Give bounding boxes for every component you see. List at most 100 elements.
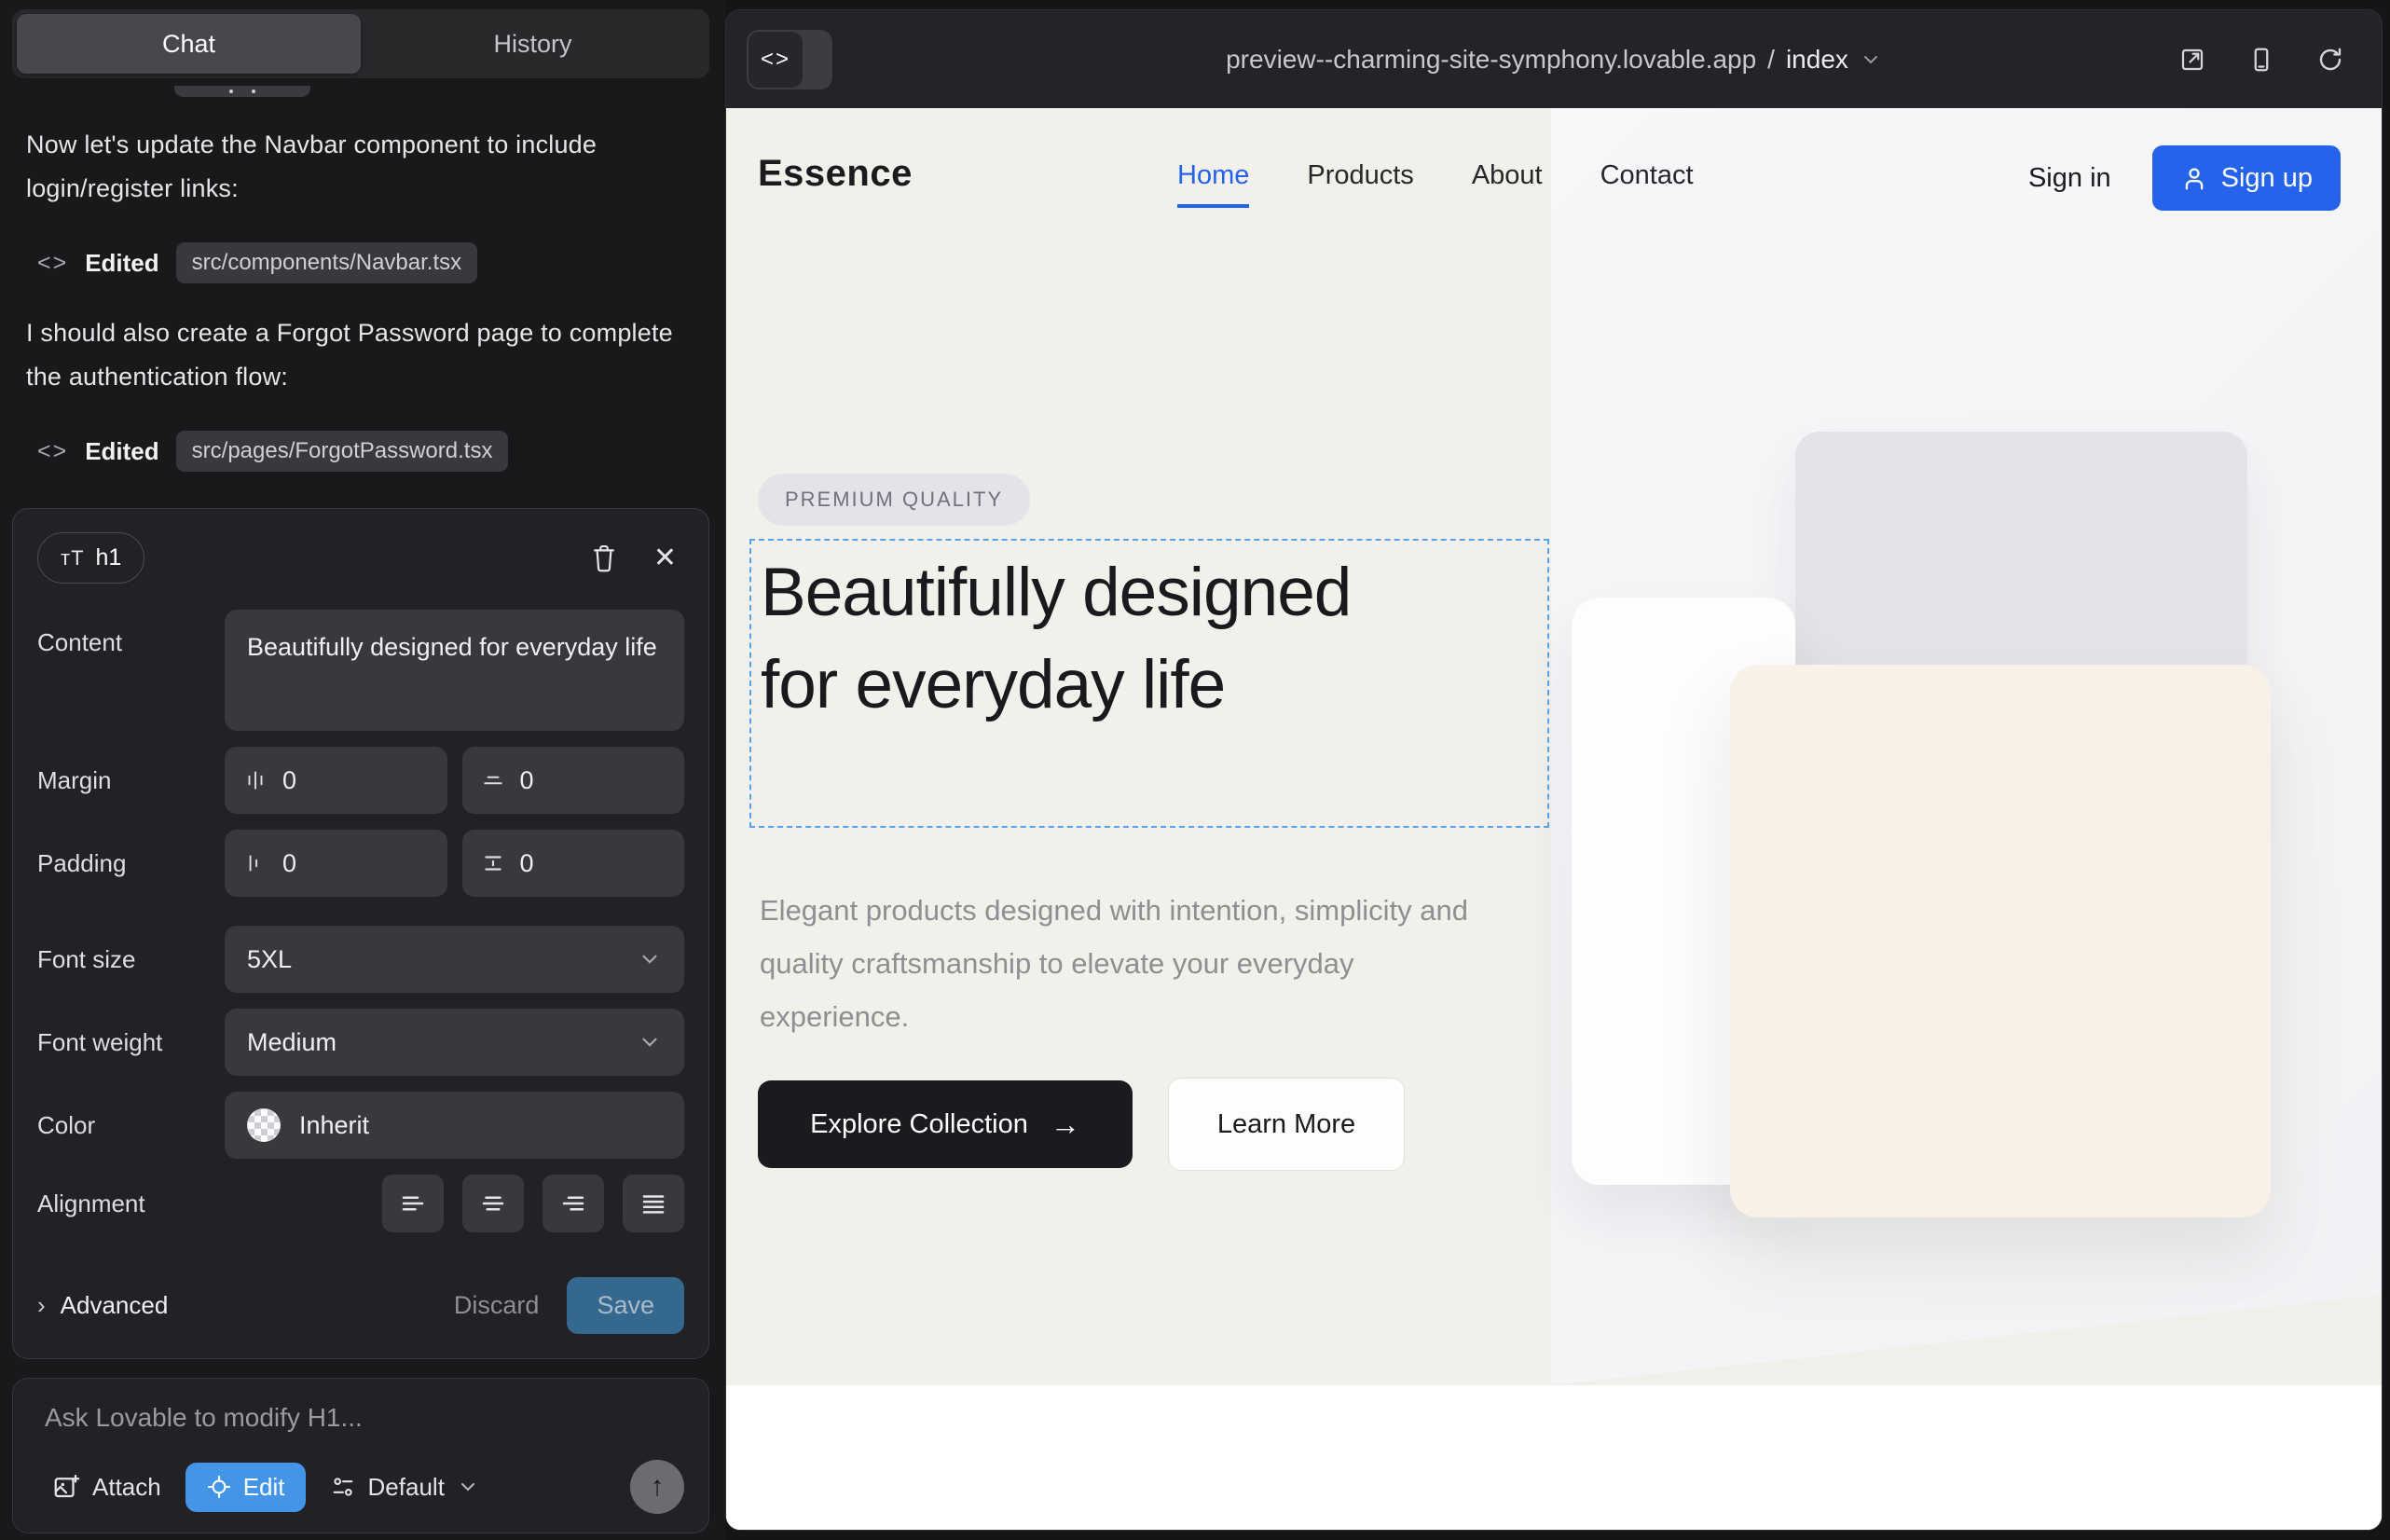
url-breadcrumb[interactable]: preview--charming-site-symphony.lovable.… [763, 45, 2344, 75]
margin-horizontal-icon [243, 768, 268, 792]
padding-label: Padding [37, 849, 225, 878]
selected-element-pill[interactable]: ᴛT h1 [37, 532, 144, 584]
margin-x-field[interactable] [225, 747, 447, 814]
code-icon: <> [37, 250, 68, 277]
default-label: Default [368, 1473, 445, 1502]
sign-up-button[interactable]: Sign up [2152, 145, 2341, 211]
send-button[interactable]: ↑ [630, 1460, 684, 1514]
edit-mode-button[interactable]: Edit [185, 1463, 306, 1512]
hero-section: Essence Home Products About Contact Sign… [726, 108, 2382, 1385]
save-button[interactable]: Save [567, 1277, 684, 1334]
content-row: Content Beautifully designed for everyda… [37, 610, 684, 731]
chevron-down-icon [638, 947, 662, 971]
chevron-right-icon: › [37, 1291, 46, 1320]
tab-chat[interactable]: Chat [17, 14, 361, 74]
browser-toolbar: <> preview--charming-site-symphony.lovab… [726, 10, 2382, 108]
delete-element-button[interactable] [583, 536, 625, 581]
margin-x-input[interactable] [282, 766, 338, 795]
font-size-row: Font size 5XL [37, 926, 684, 993]
alignment-label: Alignment [37, 1189, 225, 1218]
file-chip[interactable]: src/pages/ForgotPassword.tsx [176, 431, 509, 472]
discard-button[interactable]: Discard [454, 1291, 540, 1320]
prompt-input[interactable] [45, 1403, 677, 1433]
font-weight-label: Font weight [37, 1028, 225, 1057]
color-value: Inherit [299, 1111, 662, 1140]
advanced-toggle[interactable]: › Advanced [37, 1291, 168, 1320]
code-preview-toggle[interactable]: <> [747, 30, 832, 89]
nav-link-about[interactable]: About [1472, 160, 1543, 208]
close-inspector-button[interactable]: ✕ [646, 537, 684, 580]
color-row: Color Inherit [37, 1092, 684, 1159]
site-viewport: Essence Home Products About Contact Sign… [726, 108, 2382, 1530]
align-center-icon [479, 1189, 507, 1217]
sign-in-link[interactable]: Sign in [2028, 163, 2111, 194]
chat-history-tabs: Chat History [12, 9, 709, 78]
nav-link-home[interactable]: Home [1177, 160, 1249, 208]
padding-vertical-icon [481, 851, 505, 875]
align-right-button[interactable] [543, 1175, 604, 1232]
file-chip[interactable]: src/components/Navbar.tsx [176, 242, 477, 283]
align-left-button[interactable] [382, 1175, 444, 1232]
align-justify-button[interactable] [623, 1175, 684, 1232]
code-icon: <> [37, 438, 68, 465]
explore-collection-label: Explore Collection [810, 1109, 1028, 1140]
color-select[interactable]: Inherit [225, 1092, 684, 1159]
chevron-down-icon [638, 1030, 662, 1054]
alignment-row: Alignment [37, 1175, 684, 1232]
content-textarea[interactable]: Beautifully designed for everyday life [225, 610, 684, 731]
padding-y-input[interactable] [520, 849, 576, 878]
sign-up-label: Sign up [2221, 163, 2313, 194]
url-page: index [1786, 45, 1848, 75]
premium-quality-badge: PREMIUM QUALITY [758, 474, 1030, 526]
transparency-swatch-icon [247, 1108, 281, 1142]
arrow-up-icon: ↑ [651, 1471, 665, 1503]
edited-label: Edited [85, 249, 158, 278]
nav-auth-actions: Sign in Sign up [2028, 145, 2341, 211]
align-center-button[interactable] [462, 1175, 524, 1232]
next-section-band [726, 1385, 2382, 1530]
nav-link-products[interactable]: Products [1307, 160, 1413, 208]
chevron-down-icon [457, 1476, 479, 1498]
attach-button[interactable]: Attach [41, 1464, 172, 1511]
margin-y-input[interactable] [520, 766, 576, 795]
align-right-icon [559, 1189, 587, 1217]
inspector-footer: › Advanced Discard Save [37, 1277, 684, 1334]
font-size-value: 5XL [247, 945, 638, 974]
explore-collection-button[interactable]: Explore Collection → [758, 1080, 1133, 1168]
inspector-header: ᴛT h1 ✕ [37, 532, 684, 584]
open-in-new-tab-button[interactable] [2175, 42, 2210, 77]
prompt-composer: Attach Edit Default [12, 1378, 709, 1533]
padding-x-field[interactable] [225, 830, 447, 897]
font-weight-value: Medium [247, 1028, 638, 1057]
chevron-down-icon [1860, 48, 1882, 71]
font-weight-select[interactable]: Medium [225, 1009, 684, 1076]
font-weight-row: Font weight Medium [37, 1009, 684, 1076]
preview-browser-window: <> preview--charming-site-symphony.lovab… [725, 9, 2383, 1531]
h1-selection-outline[interactable]: Beautifully designed for everyday life [749, 539, 1549, 828]
padding-row: Padding [37, 830, 684, 897]
url-separator: / [1767, 45, 1775, 75]
advanced-label: Advanced [61, 1291, 169, 1320]
padding-horizontal-icon [243, 851, 268, 875]
site-logo[interactable]: Essence [758, 153, 913, 195]
assistant-message: Now let's update the Navbar component to… [26, 123, 679, 211]
align-left-icon [399, 1189, 427, 1217]
trash-icon [590, 543, 618, 573]
mobile-view-button[interactable] [2244, 42, 2279, 77]
padding-y-field[interactable] [462, 830, 685, 897]
margin-y-field[interactable] [462, 747, 685, 814]
element-tag: h1 [96, 544, 122, 571]
nav-links: Home Products About Contact [1177, 160, 1694, 208]
sliders-icon [330, 1474, 356, 1500]
font-size-select[interactable]: 5XL [225, 926, 684, 993]
hero-heading[interactable]: Beautifully designed for everyday life [751, 541, 1385, 731]
external-link-icon [2178, 46, 2206, 74]
margin-row: Margin [37, 747, 684, 814]
edited-file-row: <> Edited src/components/Navbar.tsx [37, 242, 477, 283]
refresh-button[interactable] [2313, 42, 2348, 77]
model-default-button[interactable]: Default [319, 1464, 490, 1511]
nav-link-contact[interactable]: Contact [1600, 160, 1694, 208]
learn-more-button[interactable]: Learn More [1168, 1078, 1405, 1171]
padding-x-input[interactable] [282, 849, 338, 878]
tab-history[interactable]: History [361, 14, 705, 74]
